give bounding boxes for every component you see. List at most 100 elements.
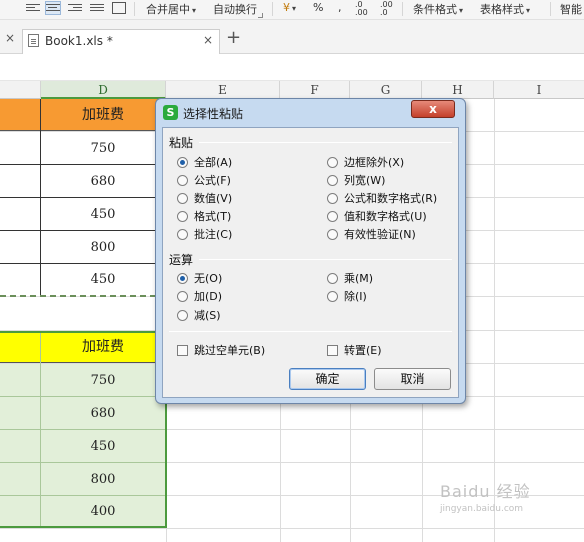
align-left-icon[interactable] [26,2,40,14]
radio-icon [327,273,338,284]
baidu-watermark: Baidu 经验 jingyan.baidu.com [440,478,580,514]
selection-range [0,331,167,528]
table-row[interactable]: 450 [0,264,166,295]
paste-option-column-widths[interactable]: 列宽(W) [327,172,385,188]
paste-option-comments[interactable]: 批注(C) [177,226,232,242]
column-header-e[interactable]: E [166,81,280,99]
checkbox-icon [177,345,188,356]
cell-value: 680 [90,174,116,189]
spreadsheet-file-icon [28,34,39,47]
align-center-icon[interactable] [45,1,61,15]
paste-group-label: 粘贴 [169,136,194,150]
align-right-icon[interactable] [68,2,82,14]
radio-icon [177,175,188,186]
paste-option-values-numbers[interactable]: 值和数字格式(U) [327,208,427,224]
smart-toolbox-button[interactable]: 智能 [560,1,582,17]
copy-marquee [0,295,166,297]
radio-icon [327,175,338,186]
operation-option-subtract[interactable]: 减(S) [177,307,221,323]
tab-book1[interactable]: Book1.xls * × [22,29,220,54]
operation-group-label: 运算 [169,253,194,267]
table-row[interactable]: 750 [0,132,166,165]
formula-bar-area [0,55,584,81]
paste-option-all[interactable]: 全部(A) [177,154,232,170]
new-tab-button[interactable]: + [226,27,241,48]
tab-close-icon[interactable]: × [203,33,213,47]
table-row[interactable]: 450 [0,198,166,231]
decrease-decimal-icon[interactable]: .00.0 [380,1,393,17]
radio-icon [177,291,188,302]
radio-icon [177,211,188,222]
column-header-i[interactable]: I [494,81,584,99]
tab-label: Book1.xls * [45,34,113,48]
paste-special-dialog: S 选择性粘贴 x 粘贴 全部(A) 公式(F) 数值(V) 格式(T) 批注(… [155,98,466,404]
ok-button[interactable]: 确定 [289,368,366,390]
ribbon-separator [272,2,273,16]
wps-logo-icon: S [163,105,178,120]
paste-option-no-borders[interactable]: 边框除外(X) [327,154,404,170]
column-header-d[interactable]: D [41,81,166,99]
operation-option-divide[interactable]: 除(I) [327,288,367,304]
table-row[interactable]: 680 [0,165,166,198]
cancel-button[interactable]: 取消 [374,368,451,390]
currency-icon[interactable]: ¥ ▾ [283,1,296,14]
conditional-format-button[interactable]: 条件格式 ▾ [413,1,463,17]
paste-option-values[interactable]: 数值(V) [177,190,232,206]
grid-line [0,528,584,529]
group-divider [169,331,452,332]
document-tab-bar: × Book1.xls * × + [0,20,584,54]
column-header-f[interactable]: F [280,81,350,99]
ribbon-separator [550,2,551,16]
header-cell-orange[interactable]: 加班费 [0,99,166,131]
dialog-body: 粘贴 全部(A) 公式(F) 数值(V) 格式(T) 批注(C) 边框除外(X)… [162,127,459,398]
cell-value: 800 [90,240,116,255]
skip-blanks-checkbox[interactable]: 跳过空单元(B) [177,342,265,358]
dialog-title: 选择性粘贴 [183,107,244,121]
close-icon[interactable]: × [5,31,15,45]
dialog-close-button[interactable]: x [411,100,455,118]
watermark-text: Baidu 经验 [440,482,531,501]
paste-option-validation[interactable]: 有效性验证(N) [327,226,416,242]
operation-option-multiply[interactable]: 乘(M) [327,270,373,286]
auto-wrap-button[interactable]: 自动换行 [213,1,257,17]
dialog-titlebar[interactable]: S 选择性粘贴 x [156,99,465,125]
merge-center-button[interactable]: 合并居中 ▾ [146,1,196,17]
paste-option-formats[interactable]: 格式(T) [177,208,231,224]
table-style-button[interactable]: 表格样式 ▾ [480,1,530,17]
operation-option-add[interactable]: 加(D) [177,288,222,304]
radio-icon [177,229,188,240]
column-header-g[interactable]: G [350,81,422,99]
radio-icon [327,193,338,204]
radio-icon [177,310,188,321]
radio-icon [327,211,338,222]
ribbon-separator [134,2,135,16]
paste-option-formulas[interactable]: 公式(F) [177,172,231,188]
column-border [40,99,41,295]
watermark-url: jingyan.baidu.com [440,504,524,514]
group-divider [199,259,452,260]
checkbox-icon [327,345,338,356]
radio-icon [327,229,338,240]
radio-selected-icon [177,157,188,168]
distribute-icon[interactable] [112,2,126,14]
radio-icon [327,291,338,302]
cell-value: 750 [90,141,116,156]
radio-icon [327,157,338,168]
radio-selected-icon [177,273,188,284]
cell-value: 450 [90,272,116,287]
table-row[interactable]: 800 [0,231,166,264]
increase-decimal-icon[interactable]: .0.00 [355,1,368,17]
ribbon-toolbar: 合并居中 ▾ 自动换行 ¥ ▾ % , .0.00 .00.0 条件格式 ▾ 表格样式… [0,0,584,20]
comma-style-icon[interactable]: , [338,1,342,14]
radio-icon [177,193,188,204]
percent-button[interactable]: % [313,1,323,14]
column-header-c-partial[interactable] [0,81,41,99]
paste-option-formulas-numbers[interactable]: 公式和数字格式(R) [327,190,437,206]
justify-icon[interactable] [90,2,104,14]
dialog-launcher-icon[interactable] [258,13,263,18]
column-header-h[interactable]: H [422,81,494,99]
overtime-header: 加班费 [82,107,124,123]
transpose-checkbox[interactable]: 转置(E) [327,342,382,358]
operation-option-none[interactable]: 无(O) [177,270,222,286]
group-divider [199,142,452,143]
